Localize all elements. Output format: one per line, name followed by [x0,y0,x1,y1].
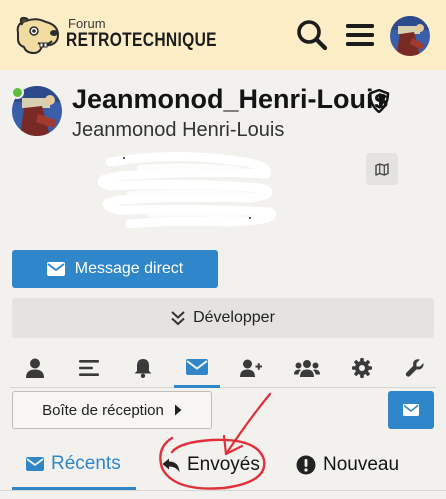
reply-icon [162,458,180,472]
dog-logo-icon[interactable] [12,13,62,57]
subtab-new[interactable]: Nouveau [296,440,428,490]
menu-icon [346,24,374,46]
tab-settings[interactable] [339,348,385,388]
subtab-recent-label: Récents [51,452,121,474]
map-icon [375,162,389,176]
profile-tab-bar [10,348,436,388]
tab-friends[interactable] [284,348,330,388]
online-status-dot [11,86,24,99]
tab-tools[interactable] [392,348,438,388]
subtab-sent-label: Envoyés [187,454,260,475]
caret-right-icon [174,404,182,416]
direct-message-label: Message direct [74,260,184,277]
shield-icon [368,89,390,113]
expand-label: Développer [193,309,275,326]
user-plus-icon [240,359,262,377]
search-button[interactable] [292,13,332,57]
inbox-dropdown[interactable]: Boîte de réception [12,391,212,429]
tab-alerts[interactable] [120,348,166,388]
wrench-icon [405,359,424,377]
avatar-image [390,16,430,56]
gear-icon [352,358,372,378]
user-icon [26,358,44,378]
tab-messages[interactable] [174,348,220,388]
direct-message-button[interactable]: Message direct [12,250,218,288]
envelope-icon [26,456,44,471]
bell-icon [134,359,152,378]
exclamation-circle-icon [296,455,316,475]
search-icon [297,20,328,51]
envelope-icon [403,404,419,416]
envelope-icon [186,358,208,375]
tab-follow[interactable] [228,348,274,388]
compose-message-button[interactable] [388,391,434,429]
list-icon [79,360,99,376]
profile-username: Jeanmonod_Henri-Louis [72,84,389,114]
double-chevron-down-icon [171,311,185,326]
expand-button[interactable]: Développer [12,298,434,338]
users-icon [294,360,320,377]
site-header: Forum RETROTECHNIQUE [0,0,446,70]
subtab-recent[interactable]: Récents [12,440,136,490]
tab-profile[interactable] [12,348,58,388]
tab-activity[interactable] [66,348,112,388]
logo-forum-label: Forum [68,16,106,31]
menu-button[interactable] [340,13,380,57]
redaction-scribble [97,151,277,228]
subtab-new-label: Nouveau [323,454,400,475]
subtab-sent[interactable]: Envoyés [162,440,272,490]
profile-fullname: Jeanmonod Henri-Louis [72,119,285,141]
inbox-dropdown-label: Boîte de réception [42,401,164,419]
content-divider [0,490,446,491]
map-button[interactable] [366,153,398,185]
envelope-icon [46,262,65,276]
user-avatar[interactable] [390,16,430,56]
logo-site-name[interactable]: RETROTECHNIQUE [66,30,217,52]
message-subtabs: Récents Envoyés Nouveau [12,440,434,490]
